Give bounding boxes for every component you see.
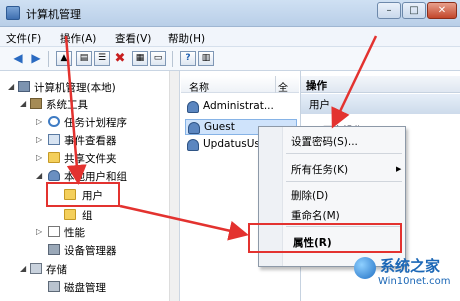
title-bar: 计算机管理 – □ ✕ <box>0 0 460 27</box>
help-icon[interactable]: ? <box>180 51 196 66</box>
menu-help[interactable]: 帮助(H) <box>168 31 205 46</box>
local-users-icon <box>48 170 60 181</box>
computer-management-icon <box>6 6 20 20</box>
user-icon <box>187 139 199 151</box>
expand-icon[interactable]: ▷ <box>36 117 42 126</box>
list-item[interactable]: Administrat... <box>185 99 297 115</box>
tree-item-disk-management[interactable]: 磁盘管理 <box>64 280 106 295</box>
tree-item-system-tools[interactable]: 系统工具 <box>46 97 88 112</box>
storage-icon <box>30 263 42 274</box>
back-arrow-icon[interactable]: ◀ <box>10 51 26 66</box>
user-name: Guest <box>204 121 235 133</box>
menu-bar: 文件(F) 操作(A) 查看(V) 帮助(H) <box>0 27 460 47</box>
close-button[interactable]: ✕ <box>427 2 457 19</box>
event-viewer-icon <box>48 134 60 145</box>
list-view-icon[interactable]: ☰ <box>94 51 110 66</box>
tree-item-event-viewer[interactable]: 事件查看器 <box>64 133 117 148</box>
menu-item-all-tasks[interactable]: 所有任务(K) <box>291 162 348 177</box>
column-divider[interactable] <box>275 76 276 93</box>
device-manager-icon <box>48 244 60 255</box>
collapse-icon[interactable]: ◢ <box>8 82 14 91</box>
tree-item-shared-folders[interactable]: 共享文件夹 <box>64 151 117 166</box>
minimize-button[interactable]: – <box>377 2 401 19</box>
column-full-name[interactable]: 全 <box>278 79 288 94</box>
forward-arrow-icon[interactable]: ▶ <box>28 51 44 66</box>
user-name: Administrat... <box>203 100 274 112</box>
show-action-pane-icon[interactable]: ▥ <box>198 51 214 66</box>
watermark-logo-icon <box>354 257 376 279</box>
column-name[interactable]: 名称 <box>189 79 209 94</box>
list-header: 名称 全 <box>181 76 299 94</box>
delete-icon[interactable]: ✖ <box>112 51 128 66</box>
export-list-icon[interactable]: ▭ <box>150 51 166 66</box>
collapse-icon[interactable]: ◢ <box>20 264 26 273</box>
user-icon <box>187 101 199 113</box>
task-scheduler-icon <box>48 116 60 127</box>
watermark-brand: 系统之家 <box>380 257 441 275</box>
toolbar-separator <box>48 51 49 67</box>
menu-item-rename[interactable]: 重命名(M) <box>291 208 340 223</box>
menu-file[interactable]: 文件(F) <box>6 31 41 46</box>
groups-folder-icon <box>64 209 76 220</box>
performance-icon <box>48 226 60 237</box>
shared-folder-icon <box>48 152 60 163</box>
tree-item-computer-management[interactable]: 计算机管理(本地) <box>34 80 116 95</box>
menu-view[interactable]: 查看(V) <box>115 31 151 46</box>
highlight-users-box <box>46 182 120 207</box>
tools-icon <box>30 98 42 109</box>
user-icon <box>188 122 200 134</box>
menu-separator <box>286 153 402 154</box>
up-folder-icon[interactable]: ▲ <box>56 51 72 66</box>
tree-item-device-manager[interactable]: 设备管理器 <box>64 243 117 258</box>
menu-item-set-password[interactable]: 设置密码(S)... <box>291 134 358 149</box>
tree-item-performance[interactable]: 性能 <box>64 225 85 240</box>
show-tree-icon[interactable]: ▤ <box>76 51 92 66</box>
actions-section-users[interactable]: 用户 <box>301 94 460 114</box>
actions-header: 操作 <box>301 76 460 93</box>
tree-scrollbar[interactable] <box>169 71 179 301</box>
collapse-icon[interactable]: ◢ <box>36 171 42 180</box>
menu-separator <box>286 181 402 182</box>
watermark-url: Win10net.com <box>378 276 451 287</box>
submenu-arrow-icon: ▶ <box>396 165 402 173</box>
computer-icon <box>18 81 30 92</box>
window-title: 计算机管理 <box>26 8 81 21</box>
menu-item-delete[interactable]: 删除(D) <box>291 188 328 203</box>
toolbar: ◀ ▶ ▲ ▤ ☰ ✖ ▦ ▭ ? ▥ <box>0 47 460 71</box>
menu-action[interactable]: 操作(A) <box>60 31 96 46</box>
watermark: 系统之家 Win10net.com <box>354 253 460 301</box>
disk-management-icon <box>48 281 60 292</box>
properties-icon[interactable]: ▦ <box>132 51 148 66</box>
toolbar-separator <box>172 51 173 67</box>
maximize-button[interactable]: □ <box>402 2 426 19</box>
expand-icon[interactable]: ▷ <box>36 135 42 144</box>
highlight-properties-box <box>248 223 402 253</box>
tree-item-groups[interactable]: 组 <box>82 208 93 223</box>
expand-icon[interactable]: ▷ <box>36 227 42 236</box>
tree-item-storage[interactable]: 存储 <box>46 262 67 277</box>
expand-icon[interactable]: ▷ <box>36 153 42 162</box>
tree-item-task-scheduler[interactable]: 任务计划程序 <box>64 115 127 130</box>
collapse-icon[interactable]: ◢ <box>20 99 26 108</box>
